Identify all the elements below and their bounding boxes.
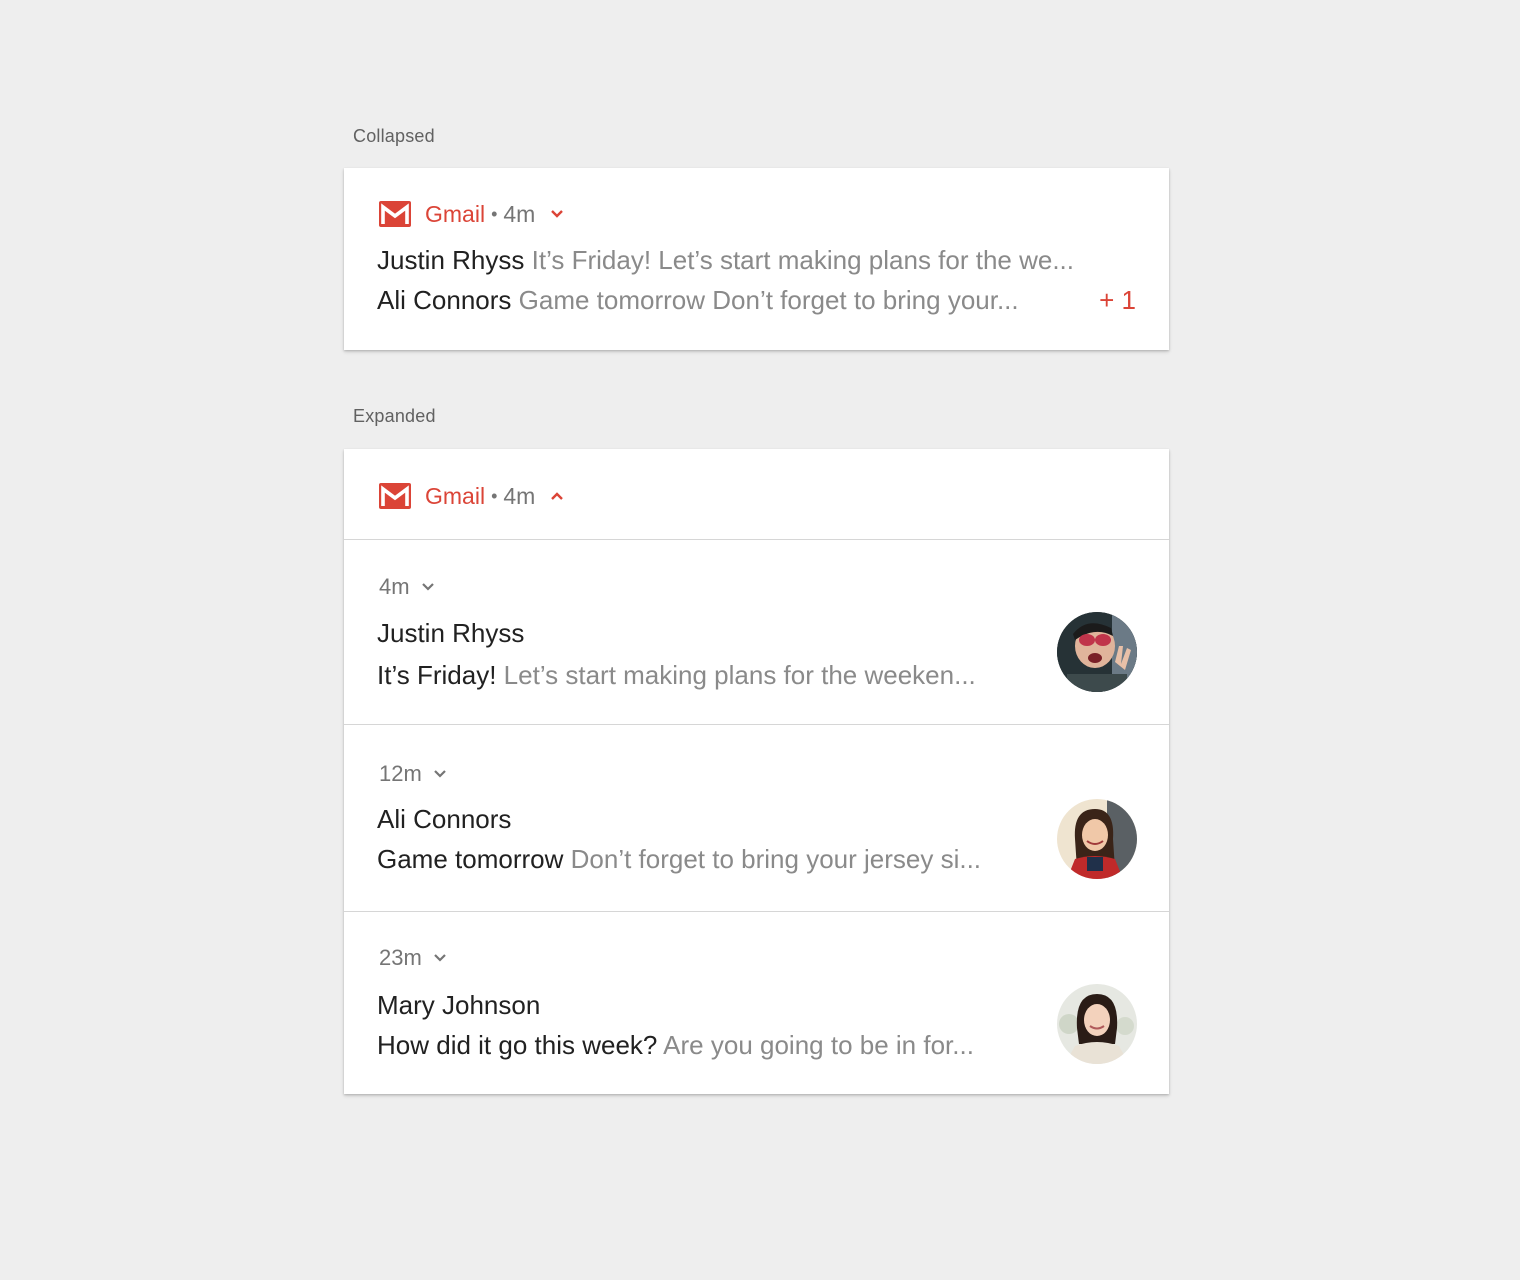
app-name: Gmail (425, 200, 486, 227)
message-sender: Ali Connors (377, 285, 512, 315)
expanded-section-label: Expanded (353, 406, 436, 426)
mary-johnson-avatar (1057, 984, 1137, 1064)
row-time: 23m (379, 945, 448, 971)
row-time: 4m (379, 574, 436, 600)
more-count-badge: + 1 (1099, 285, 1136, 315)
message-subject: It’s Friday! (377, 660, 497, 690)
row-time-label: 4m (379, 574, 410, 599)
expanded-app-header: Gmail • 4m (379, 481, 565, 511)
app-name: Gmail (425, 482, 486, 509)
separator-dot: • (491, 485, 498, 506)
chevron-down-icon[interactable] (432, 950, 448, 966)
message-snippet: Game tomorrow Don’t forget to bring your… (377, 844, 981, 875)
message-snippet: How did it go this week? Are you going t… (377, 1030, 974, 1061)
avatar (1057, 799, 1137, 879)
collapsed-section-label: Collapsed (353, 126, 435, 146)
message-sender: Justin Rhyss (377, 245, 525, 275)
chevron-down-icon[interactable] (549, 206, 565, 222)
notification-time: 4m (503, 482, 536, 509)
message-snippet: It’s Friday! Let’s start making plans fo… (377, 660, 976, 691)
message-row[interactable]: 12m Ali Connors Game tomorrow Don’t forg… (344, 725, 1169, 911)
avatar (1057, 984, 1137, 1064)
message-snippet: It’s Friday! Let’s start making plans fo… (531, 245, 1075, 275)
separator-dot: • (491, 203, 498, 224)
chevron-up-icon[interactable] (549, 488, 565, 504)
ali-connors-avatar (1057, 799, 1137, 879)
row-time-label: 23m (379, 945, 422, 970)
message-preview: Let’s start making plans for the weeken.… (503, 660, 976, 690)
message-subject: How did it go this week? (377, 1030, 658, 1060)
chevron-down-icon[interactable] (420, 579, 436, 595)
message-preview: Don’t forget to bring your jersey si... (570, 844, 982, 874)
message-sender: Ali Connors (377, 804, 512, 834)
message-row[interactable]: 23m Mary Johnson How did it go this week… (344, 912, 1169, 1094)
row-time: 12m (379, 761, 448, 787)
collapsed-message-line: Ali Connors Game tomorrow Don’t forget t… (377, 285, 1019, 316)
collapsed-message-line: Justin Rhyss It’s Friday! Let’s start ma… (377, 245, 1074, 276)
collapsed-notification[interactable]: Gmail • 4m Justin Rhyss It’s Friday! Let… (344, 168, 1169, 350)
collapsed-app-header: Gmail • 4m (379, 199, 565, 229)
justin-rhyss-avatar (1057, 612, 1137, 692)
message-sender: Justin Rhyss (377, 618, 525, 648)
row-time-label: 12m (379, 761, 422, 786)
message-snippet: Game tomorrow Don’t forget to bring your… (518, 285, 1019, 315)
message-sender: Mary Johnson (377, 990, 541, 1020)
message-row[interactable]: 4m Justin Rhyss It’s Friday! Let’s start… (344, 540, 1169, 724)
notification-time: 4m (503, 200, 536, 227)
expanded-notification: Gmail • 4m 4m Justin Rhyss It’s Friday! … (344, 449, 1169, 1094)
gmail-icon (379, 483, 411, 509)
gmail-icon (379, 201, 411, 227)
avatar (1057, 612, 1137, 692)
chevron-down-icon[interactable] (432, 766, 448, 782)
message-preview: Are you going to be in for... (663, 1030, 974, 1060)
message-subject: Game tomorrow (377, 844, 564, 874)
